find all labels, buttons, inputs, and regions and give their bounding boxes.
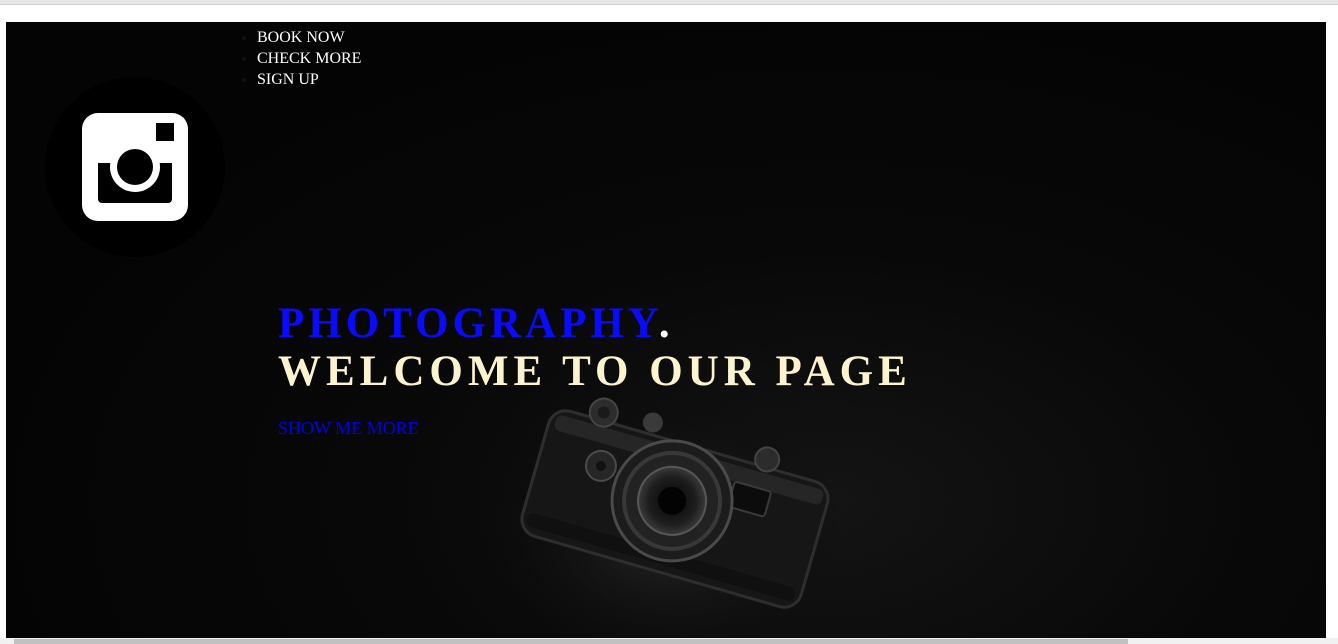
nav-item-sign-up: SIGN UP: [257, 69, 361, 90]
nav-item-book-now: BOOK NOW: [257, 27, 361, 48]
nav-item-check-more: CHECK MORE: [257, 48, 361, 69]
horizontal-scrollbar-thumb[interactable]: [14, 639, 1128, 644]
instagram-logo[interactable]: [45, 77, 225, 257]
nav-menu: BOOK NOW CHECK MORE SIGN UP: [239, 27, 361, 90]
show-me-more-link[interactable]: SHOW ME MORE: [278, 418, 419, 439]
horizontal-scrollbar[interactable]: [0, 638, 1338, 644]
check-more-link[interactable]: CHECK MORE: [257, 50, 361, 67]
hero-heading: PHOTOGRAPHY. WELCOME TO OUR PAGE: [278, 300, 912, 396]
browser-top-bar: [0, 0, 1338, 5]
sign-up-link[interactable]: SIGN UP: [257, 71, 319, 88]
book-now-link[interactable]: BOOK NOW: [257, 29, 345, 46]
heading-subtitle: WELCOME TO OUR PAGE: [278, 348, 912, 395]
instagram-icon: [82, 113, 188, 221]
heading-accent: PHOTOGRAPHY: [278, 300, 659, 347]
hero-section: BOOK NOW CHECK MORE SIGN UP: [6, 22, 1326, 638]
camera-image: [496, 397, 836, 638]
heading-dot: .: [658, 300, 674, 347]
